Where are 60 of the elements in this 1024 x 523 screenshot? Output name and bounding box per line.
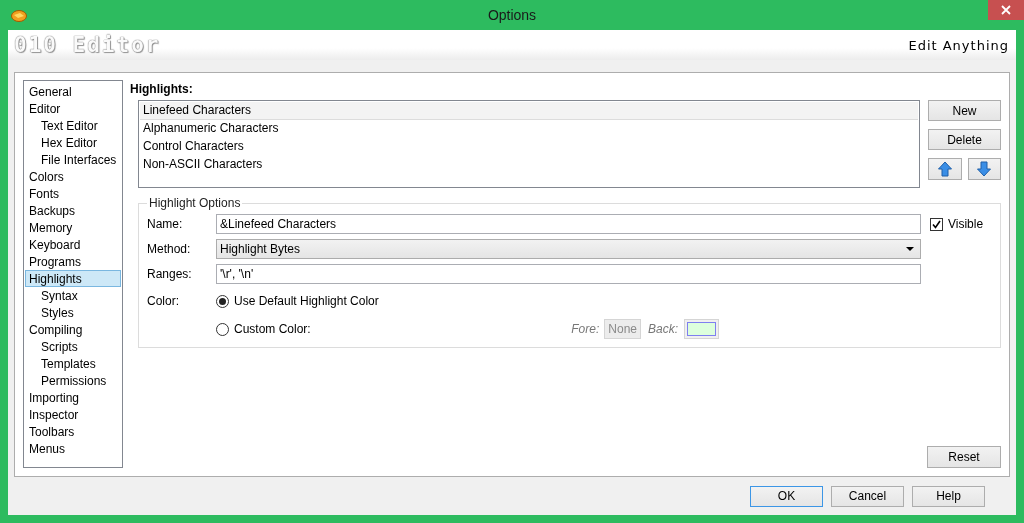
up-arrow-icon xyxy=(937,161,952,177)
category-item[interactable]: Backups xyxy=(25,202,121,219)
close-button[interactable] xyxy=(988,0,1024,20)
category-item[interactable]: Fonts xyxy=(25,185,121,202)
highlight-item[interactable]: Alphanumeric Characters xyxy=(140,120,918,138)
category-item[interactable]: General xyxy=(25,83,121,100)
radio-label: Custom Color: xyxy=(234,322,311,336)
category-item[interactable]: Keyboard xyxy=(25,236,121,253)
move-down-button[interactable] xyxy=(967,158,1001,180)
field-label: Ranges: xyxy=(147,267,193,281)
category-item[interactable]: Memory xyxy=(25,219,121,236)
category-item[interactable]: Styles xyxy=(25,304,121,321)
category-item[interactable]: Toolbars xyxy=(25,423,121,440)
group-legend: Highlight Options xyxy=(147,196,243,210)
close-icon xyxy=(1001,5,1011,15)
new-button[interactable]: New xyxy=(928,100,1001,121)
category-item[interactable]: Editor xyxy=(25,100,121,117)
category-item[interactable]: Inspector xyxy=(25,406,121,423)
category-item[interactable]: Colors xyxy=(25,168,121,185)
delete-button[interactable]: Delete xyxy=(928,129,1001,150)
category-item[interactable]: Text Editor xyxy=(25,117,121,134)
highlight-item[interactable]: Control Characters xyxy=(140,138,918,156)
app-icon xyxy=(11,9,27,22)
category-item[interactable]: Compiling xyxy=(25,321,121,338)
down-arrow-icon xyxy=(977,161,992,177)
category-item[interactable]: File Interfaces xyxy=(25,151,121,168)
dialog-button[interactable]: Help xyxy=(912,485,985,507)
highlight-item[interactable]: Non-ASCII Characters xyxy=(140,156,918,174)
dropdown-caret-icon xyxy=(906,247,914,251)
checkbox-label: Visible xyxy=(948,217,984,231)
field-label: Color: xyxy=(147,294,180,308)
category-item[interactable]: Permissions xyxy=(25,372,121,389)
checkbox[interactable] xyxy=(930,217,943,231)
dialog-button[interactable]: Cancel xyxy=(831,485,904,507)
category-item[interactable]: Programs xyxy=(25,253,121,270)
ranges-field[interactable]: '\r', '\n' xyxy=(216,264,921,284)
category-item[interactable]: Scripts xyxy=(25,338,121,355)
check-icon xyxy=(932,219,941,229)
section-heading: Highlights: xyxy=(130,82,194,96)
highlight-item[interactable]: Linefeed Characters xyxy=(140,102,918,120)
fore-label: Fore: xyxy=(571,322,600,336)
app-logo: 010 Editor xyxy=(14,33,161,57)
name-field[interactable]: &Linefeed Characters xyxy=(216,214,921,234)
category-item[interactable]: Menus xyxy=(25,440,121,457)
category-item[interactable]: Templates xyxy=(25,355,121,372)
back-color-swatch[interactable] xyxy=(684,319,719,339)
category-item[interactable]: Syntax xyxy=(25,287,121,304)
move-up-button[interactable] xyxy=(928,158,962,180)
visible-checkbox[interactable]: Visible xyxy=(930,217,984,231)
category-item[interactable]: Hex Editor xyxy=(25,134,121,151)
window-title: Options xyxy=(486,7,538,23)
field-label: Method: xyxy=(147,242,192,256)
method-dropdown[interactable]: Highlight Bytes xyxy=(216,239,921,259)
dialog-button[interactable]: OK xyxy=(750,485,823,507)
tagline: Edit Anything xyxy=(908,37,1009,53)
back-label: Back: xyxy=(648,322,678,336)
reset-button[interactable]: Reset xyxy=(927,446,1001,468)
field-label: Name: xyxy=(147,217,184,231)
category-item[interactable]: Importing xyxy=(25,389,121,406)
category-item[interactable]: Highlights xyxy=(25,270,121,287)
